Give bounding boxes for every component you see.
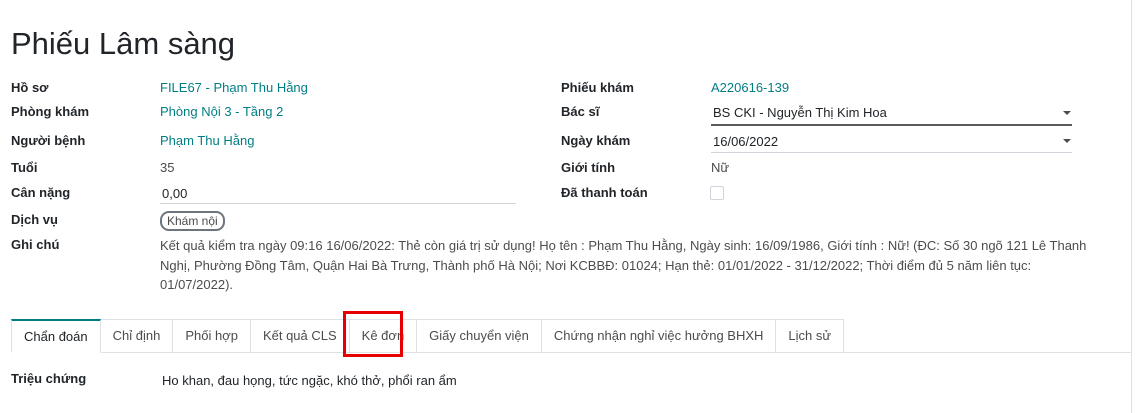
bac-si-underline	[711, 124, 1072, 126]
can-nang-label: Cân nặng	[11, 185, 71, 200]
trieu-chung-input[interactable]: Ho khan, đau họng, tức ngặc, khó thở, ph…	[162, 373, 457, 389]
ho-so-link[interactable]: FILE67 - Phạm Thu Hằng	[160, 80, 308, 96]
nguoi-benh-link[interactable]: Phạm Thu Hằng	[160, 133, 254, 149]
can-nang-underline	[160, 203, 516, 204]
page-title: Phiếu Lâm sàng	[11, 26, 236, 61]
gioi-tinh-label: Giới tính	[561, 160, 616, 175]
bac-si-label: Bác sĩ	[561, 104, 600, 119]
notebook-tabs: Chẩn đoán Chỉ định Phối hợp Kết quả CLS …	[11, 319, 845, 353]
da-thanh-toan-label: Đã thanh toán	[561, 185, 648, 200]
tab-chan-doan[interactable]: Chẩn đoán	[11, 319, 101, 353]
phieu-kham-link[interactable]: A220616-139	[711, 80, 789, 96]
tuoi-label: Tuổi	[11, 160, 38, 175]
can-nang-input[interactable]: 0,00	[162, 186, 187, 202]
tab-phoi-hop[interactable]: Phối hợp	[172, 319, 251, 353]
dich-vu-tag[interactable]: Khám nội	[160, 211, 225, 231]
ngay-kham-underline	[711, 152, 1072, 153]
bac-si-chevron-down-icon[interactable]	[1063, 111, 1071, 115]
gioi-tinh-value: Nữ	[711, 160, 730, 175]
dich-vu-label: Dịch vụ	[11, 212, 58, 227]
tab-ke-don[interactable]: Kê đơn	[348, 319, 418, 353]
ngay-kham-label: Ngày khám	[561, 133, 631, 148]
ngay-kham-chevron-down-icon[interactable]	[1063, 139, 1071, 143]
trieu-chung-label: Triệu chứng	[11, 371, 87, 386]
phong-kham-label: Phòng khám	[11, 104, 90, 119]
ngay-kham-input[interactable]: 16/06/2022	[713, 134, 778, 150]
tab-ket-qua-cls[interactable]: Kết quả CLS	[249, 319, 350, 353]
ho-so-label: Hồ sơ	[11, 80, 49, 95]
tab-giay-chuyen-vien[interactable]: Giấy chuyển viện	[416, 319, 542, 353]
bac-si-select[interactable]: BS CKI - Nguyễn Thị Kim Hoa	[713, 105, 887, 121]
phong-kham-link[interactable]: Phòng Nội 3 - Tầng 2	[160, 104, 283, 120]
da-thanh-toan-checkbox[interactable]	[710, 186, 724, 200]
phieu-kham-label: Phiếu khám	[561, 80, 634, 95]
sheet-right-border	[1131, 0, 1132, 413]
tuoi-value: 35	[160, 160, 175, 175]
ghi-chu-text: Kết quả kiểm tra ngày 09:16 16/06/2022: …	[160, 238, 1087, 292]
tab-chi-dinh[interactable]: Chỉ định	[99, 319, 174, 353]
ghi-chu-label: Ghi chú	[11, 237, 60, 252]
tab-lich-su[interactable]: Lịch sử	[775, 319, 845, 353]
nguoi-benh-label: Người bệnh	[11, 133, 86, 148]
tab-chung-nhan-nghi-viec[interactable]: Chứng nhận nghỉ việc hưởng BHXH	[540, 319, 777, 353]
